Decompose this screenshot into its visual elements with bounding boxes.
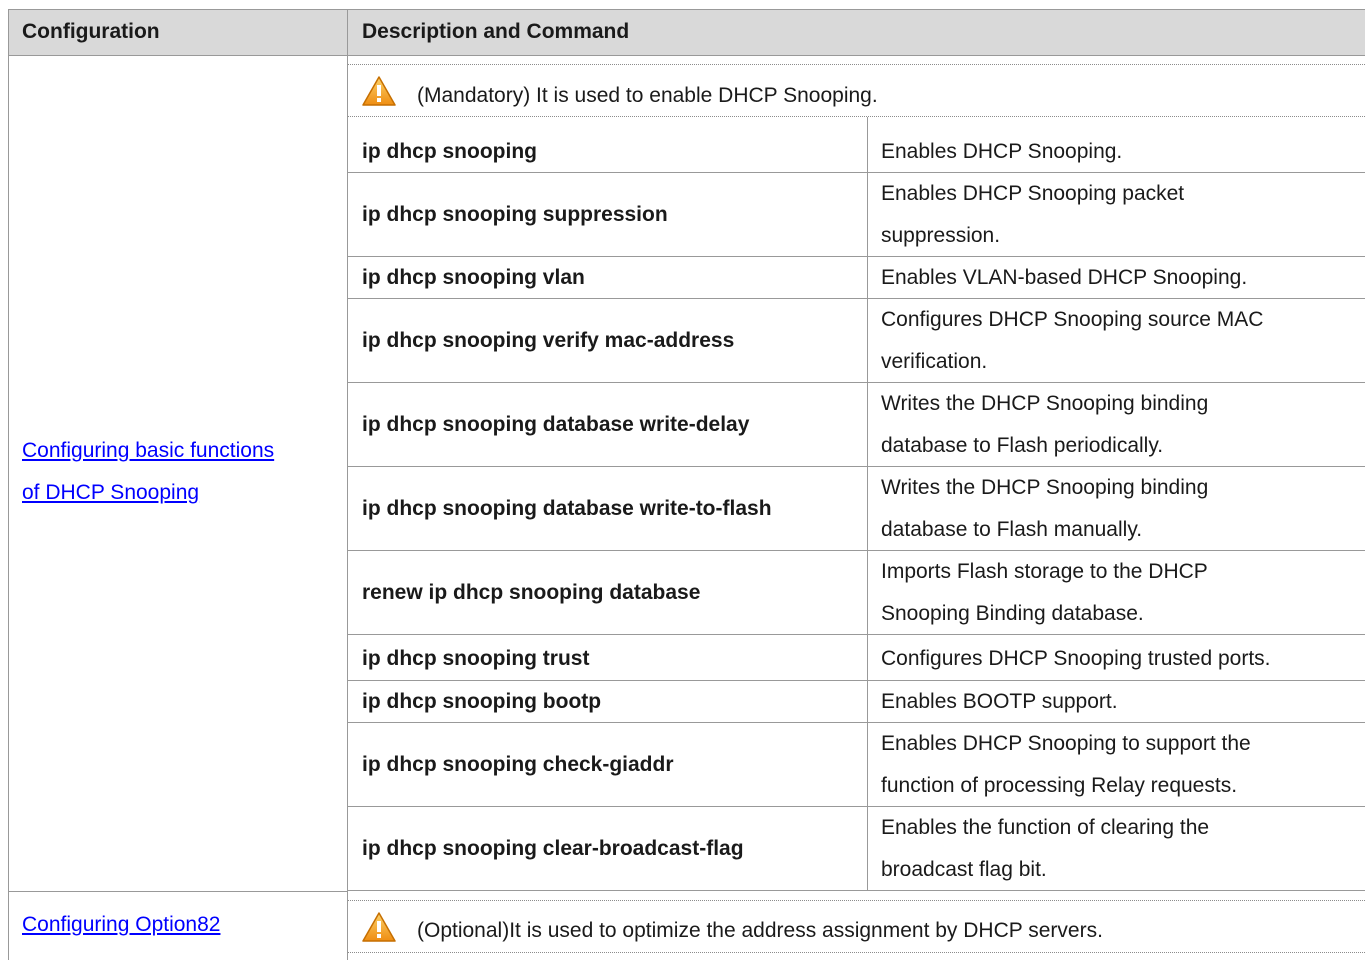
command-cell: ip dhcp snooping database write-delay xyxy=(362,413,750,436)
description-cell: Enables the function of clearing the bro… xyxy=(881,816,1210,881)
command-cell: ip dhcp snooping database write-to-flash xyxy=(362,497,772,520)
description-cell: Enables DHCP Snooping to support the fun… xyxy=(881,732,1251,797)
command-cell: ip dhcp snooping verify mac-address xyxy=(362,329,735,352)
header-description-and-command: Description and Command xyxy=(362,20,630,43)
description-cell: Configures DHCP Snooping trusted ports. xyxy=(881,647,1271,670)
command-cell: ip dhcp snooping suppression xyxy=(362,203,668,226)
warning-icon xyxy=(362,76,396,106)
command-cell: ip dhcp snooping vlan xyxy=(362,266,585,289)
command-cell: renew ip dhcp snooping database xyxy=(362,581,701,604)
description-cell: Enables DHCP Snooping. xyxy=(881,140,1123,163)
command-cell: ip dhcp snooping trust xyxy=(362,647,590,670)
configuring-basic-functions-link[interactable]: Configuring basic functions of DHCP Snoo… xyxy=(22,430,274,514)
description-cell: Configures DHCP Snooping source MAC veri… xyxy=(881,308,1264,373)
configuring-option82-link[interactable]: Configuring Option82 xyxy=(22,904,220,946)
mandatory-note: (Mandatory) It is used to enable DHCP Sn… xyxy=(417,84,878,107)
optional-note: (Optional)It is used to optimize the add… xyxy=(417,919,1103,942)
table-header-row: Configuration Description and Command xyxy=(8,9,1365,55)
command-cell: ip dhcp snooping bootp xyxy=(362,690,602,713)
warning-icon xyxy=(362,912,396,942)
description-cell: Enables VLAN-based DHCP Snooping. xyxy=(881,266,1248,289)
description-cell: Enables BOOTP support. xyxy=(881,690,1118,713)
description-cell: Imports Flash storage to the DHCP Snoopi… xyxy=(881,560,1208,625)
description-cell: Writes the DHCP Snooping binding databas… xyxy=(881,392,1209,457)
command-cell: ip dhcp snooping check-giaddr xyxy=(362,753,674,776)
command-cell: ip dhcp snooping clear-broadcast-flag xyxy=(362,837,744,860)
command-cell: ip dhcp snooping xyxy=(362,140,537,163)
description-cell: Writes the DHCP Snooping binding databas… xyxy=(881,476,1209,541)
header-configuration: Configuration xyxy=(22,20,160,43)
description-cell: Enables DHCP Snooping packet suppression… xyxy=(881,182,1185,247)
